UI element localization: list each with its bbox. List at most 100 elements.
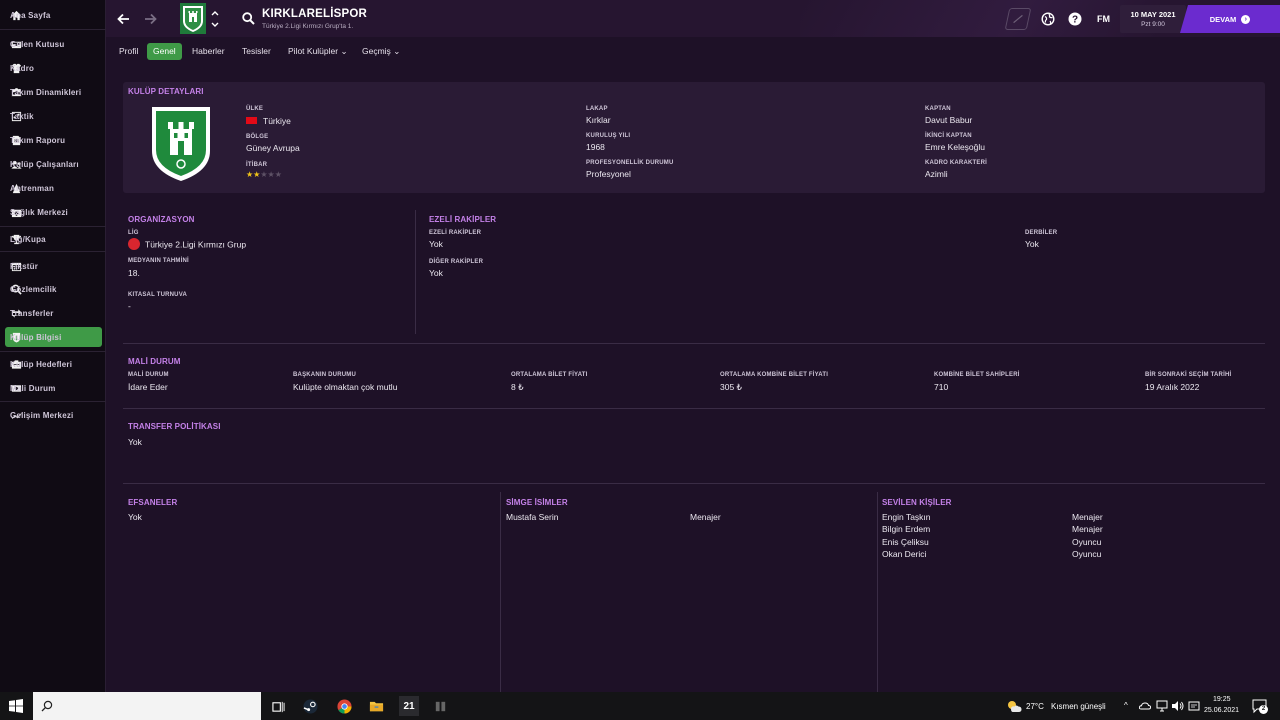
football-manager-app-label: 21 xyxy=(403,700,415,712)
section-divider xyxy=(500,492,501,692)
arch-rivals-label: EZELİ RAKİPLER xyxy=(429,230,482,236)
club-switch-arrows[interactable] xyxy=(210,8,220,30)
taskbar-search-input[interactable] xyxy=(33,692,261,720)
country-value[interactable]: Türkiye xyxy=(246,116,291,126)
sidebar-item-finance[interactable]: Mali Durum xyxy=(5,378,102,398)
league-value[interactable]: Türkiye 2.Ligi Kırmızı Grup xyxy=(128,238,247,251)
cloud-icon[interactable] xyxy=(1138,701,1152,711)
sidebar-item-label: Gelişim Merkezi xyxy=(10,410,74,420)
club-crest-icon[interactable] xyxy=(180,3,206,34)
language-icon[interactable] xyxy=(1188,700,1200,712)
sidebar: Ana Sayfa Gelen Kutusu Kadro Takım Dinam… xyxy=(0,0,106,692)
sidebar-item-development[interactable]: Gelişim Merkezi xyxy=(5,405,102,425)
sidebar-item-competitions[interactable]: Lig/Kupa xyxy=(5,229,102,249)
club-name-title: KIRKLARELİSPOR xyxy=(262,8,368,20)
club-crest-large-icon xyxy=(150,105,212,183)
game-date[interactable]: 10 MAY 2021 Pzt 9:00 xyxy=(1120,5,1186,33)
chairman-status-label: BAŞKANIN DURUMU xyxy=(293,372,356,378)
sidebar-divider xyxy=(0,351,106,352)
favourite-person-name[interactable]: Enis Çeliksu xyxy=(882,537,929,547)
sidebar-item-inbox[interactable]: Gelen Kutusu xyxy=(5,34,102,54)
weather-sun-icon[interactable] xyxy=(1006,699,1022,713)
favourite-person-name[interactable]: Engin Taşkın xyxy=(882,512,931,522)
sidebar-divider xyxy=(0,401,106,402)
derbies-value: Yok xyxy=(1025,239,1039,249)
section-divider xyxy=(123,483,1265,484)
forward-arrow-icon[interactable] xyxy=(141,10,159,28)
weather-description[interactable]: Kısmen güneşli xyxy=(1051,702,1106,711)
sidebar-item-objectives[interactable]: Kulüp Hedefleri xyxy=(5,354,102,374)
country-name: Türkiye xyxy=(263,116,291,126)
season-ticket-holders-label: KOMBİNE BİLET SAHİPLERİ xyxy=(934,372,1020,378)
taskbar-app-icon[interactable] xyxy=(430,696,450,716)
sidebar-item-label: Antrenman xyxy=(10,183,55,193)
tab-news[interactable]: Haberler xyxy=(186,43,231,60)
sidebar-item-report[interactable]: Takım Raporu xyxy=(5,130,102,150)
tab-label: Pilot Kulüpler xyxy=(288,46,339,56)
edit-button[interactable] xyxy=(1004,8,1032,30)
chevron-right-icon: › xyxy=(1241,14,1251,24)
favourite-person-name[interactable]: Bilgin Erdem xyxy=(882,524,930,534)
steam-app-icon[interactable] xyxy=(300,696,320,716)
league-name: Türkiye 2.Ligi Kırmızı Grup xyxy=(145,239,247,250)
chevron-up-icon[interactable]: ^ xyxy=(1124,701,1128,710)
sidebar-item-tactics[interactable]: Taktik xyxy=(5,106,102,126)
continue-button[interactable]: DEVAM › xyxy=(1180,5,1280,33)
world-icon[interactable] xyxy=(1041,12,1055,26)
sidebar-item-home[interactable]: Ana Sayfa xyxy=(5,5,102,25)
section-divider xyxy=(877,492,878,692)
sidebar-item-club-info[interactable]: Kulüp Bilgisi xyxy=(5,327,102,347)
captain-value[interactable]: Davut Babur xyxy=(925,115,972,125)
favourite-person-name[interactable]: Okan Derici xyxy=(882,549,926,559)
sidebar-item-medical[interactable]: Sağlık Merkezi xyxy=(5,202,102,222)
sidebar-item-training[interactable]: Antrenman xyxy=(5,178,102,198)
sidebar-divider xyxy=(0,29,106,30)
sidebar-item-scouting[interactable]: Gözlemcilik xyxy=(5,279,102,299)
windows-start-icon[interactable] xyxy=(0,692,32,720)
icons-title: SİMGE İSİMLER xyxy=(506,498,568,507)
chevron-down-icon: ⌄ xyxy=(340,46,348,56)
sidebar-item-squad[interactable]: Kadro xyxy=(5,58,102,78)
fm-logo[interactable]: FM xyxy=(1097,14,1110,24)
sidebar-item-label: Kadro xyxy=(10,63,35,73)
clock-time[interactable]: 19:25 xyxy=(1213,696,1231,703)
chevron-down-icon: ⌄ xyxy=(393,46,401,56)
tab-profile[interactable]: Profil xyxy=(113,43,144,60)
chrome-app-icon[interactable] xyxy=(334,696,354,716)
back-arrow-icon[interactable] xyxy=(115,10,133,28)
task-view-icon[interactable] xyxy=(268,696,288,716)
finance-status-value: İdare Eder xyxy=(128,382,168,392)
star-empty-icon: ★ xyxy=(267,170,275,179)
football-manager-app-icon[interactable]: 21 xyxy=(399,696,419,716)
game-date-label: 10 MAY 2021 xyxy=(1130,10,1176,19)
sidebar-item-fixtures[interactable]: Fikstür xyxy=(5,256,102,276)
vice-captain-label: İKİNCİ KAPTAN xyxy=(925,133,972,139)
sidebar-item-label: Gelen Kutusu xyxy=(10,39,65,49)
sidebar-item-dynamics[interactable]: Takım Dinamikleri xyxy=(5,82,102,102)
network-icon[interactable] xyxy=(1156,700,1168,712)
sidebar-item-transfers[interactable]: Transferler xyxy=(5,303,102,323)
search-icon[interactable] xyxy=(242,12,255,25)
region-label: BÖLGE xyxy=(246,134,269,140)
icon-person-name[interactable]: Mustafa Serin xyxy=(506,512,558,522)
derbies-label: DERBİLER xyxy=(1025,230,1058,236)
pro-status-value: Profesyonel xyxy=(586,169,631,179)
clock-date[interactable]: 25.06.2021 xyxy=(1204,707,1239,714)
help-icon[interactable]: ? xyxy=(1068,12,1082,26)
volume-icon[interactable] xyxy=(1171,700,1185,712)
league-label: LİG xyxy=(128,230,139,236)
sidebar-item-staff[interactable]: Kulüp Çalışanları xyxy=(5,154,102,174)
vice-captain-value[interactable]: Emre Keleşoğlu xyxy=(925,142,985,152)
weather-temperature[interactable]: 27°C xyxy=(1026,702,1044,711)
captain-label: KAPTAN xyxy=(925,106,951,112)
file-explorer-icon[interactable] xyxy=(366,696,386,716)
tab-history[interactable]: Geçmiş ⌄ xyxy=(356,43,406,60)
tab-facilities[interactable]: Tesisler xyxy=(236,43,277,60)
tab-general[interactable]: Genel xyxy=(147,43,182,60)
tab-affiliates[interactable]: Pilot Kulüpler ⌄ xyxy=(282,43,354,60)
star-empty-icon: ★ xyxy=(274,170,282,179)
top-header: KIRKLARELİSPOR Türkiye 2.Ligi Kırmızı Gr… xyxy=(106,0,1280,37)
section-divider xyxy=(123,343,1265,344)
notification-icon[interactable]: 2 xyxy=(1252,699,1268,714)
sidebar-item-label: Lig/Kupa xyxy=(10,234,46,244)
